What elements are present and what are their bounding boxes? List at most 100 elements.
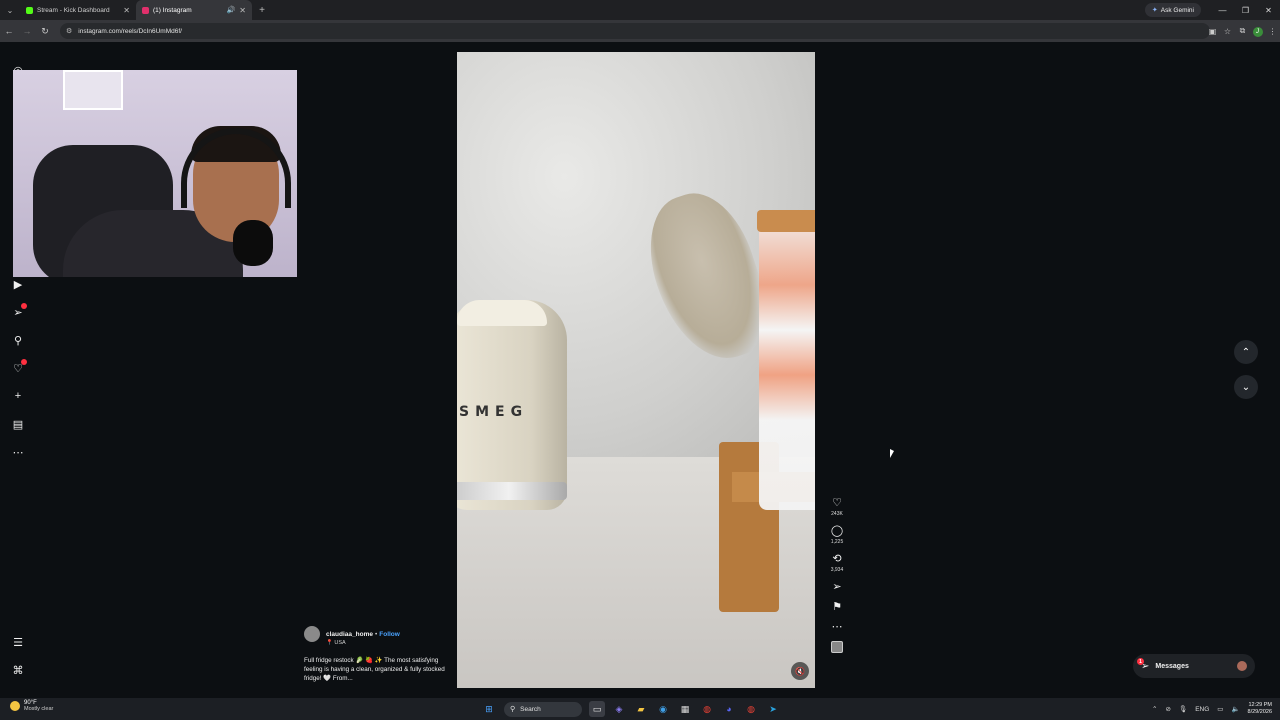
- send-icon[interactable]: ➢: [10, 303, 27, 320]
- microphone-icon[interactable]: 🎙: [1179, 705, 1187, 713]
- repost-action[interactable]: ⟲ 3,934: [826, 553, 848, 573]
- send-icon[interactable]: ➢: [832, 581, 841, 593]
- weather-condition: Mostly clear: [24, 706, 54, 712]
- browser-menu-icon[interactable]: ⋮: [1265, 27, 1280, 36]
- more-icon[interactable]: ⋯: [832, 621, 843, 633]
- like-action[interactable]: ♡ 243K: [826, 497, 848, 517]
- like-count: 243K: [831, 511, 843, 517]
- glass-jar: [759, 210, 815, 510]
- heart-icon[interactable]: ♡: [10, 359, 27, 376]
- weather-widget[interactable]: 90°F Mostly clear: [10, 700, 53, 712]
- extensions-icon[interactable]: ⧉: [1235, 26, 1250, 36]
- browser-tab-bar: ⌄ Stream - Kick Dashboard ✕ (1) Instagra…: [0, 0, 1280, 20]
- window-controls: ✦ Ask Gemini — ❐ ✕: [1144, 0, 1280, 20]
- clock[interactable]: 12:29 PM 8/29/2026: [1248, 702, 1272, 716]
- restore-icon[interactable]: ❐: [1234, 6, 1257, 15]
- heart-icon[interactable]: ♡: [832, 497, 842, 509]
- site-info-icon[interactable]: ⚙: [66, 27, 72, 35]
- instagram-favicon-icon: [142, 6, 149, 14]
- share-action[interactable]: ➢: [826, 581, 848, 593]
- weather-sun-icon: [10, 701, 20, 711]
- search-icon[interactable]: ⚲: [10, 332, 26, 348]
- mouse-cursor-icon: [890, 449, 894, 458]
- back-icon[interactable]: ←: [0, 26, 18, 36]
- ask-gemini-button[interactable]: ✦ Ask Gemini: [1144, 3, 1201, 17]
- windows-start-icon[interactable]: ⊞: [481, 701, 497, 717]
- new-tab-button[interactable]: +: [252, 5, 272, 16]
- threads-icon[interactable]: ⌘: [10, 662, 26, 678]
- kettle-logo: SMEG: [459, 404, 529, 420]
- task-view-icon[interactable]: ▭: [589, 701, 605, 717]
- address-bar-row: ← → ↻ ⚙ instagram.com/reels/DcIn6UmMd6f/…: [0, 20, 1280, 42]
- close-window-icon[interactable]: ✕: [1257, 6, 1280, 15]
- toolbar-right: ▣ ☆ ⧉ J ⋮: [1205, 20, 1280, 42]
- location-label[interactable]: 📍 USA: [326, 640, 454, 646]
- author-username[interactable]: claudiaa_home: [326, 631, 373, 638]
- kettle-base: [457, 482, 567, 500]
- chrome-icon[interactable]: ◍: [699, 701, 715, 717]
- cast-icon[interactable]: ▣: [1205, 27, 1220, 36]
- chrome-profile-icon[interactable]: ◍: [743, 701, 759, 717]
- chart-icon[interactable]: ▤: [10, 416, 26, 432]
- minimize-icon[interactable]: —: [1211, 6, 1234, 15]
- kettle-lid: [457, 300, 547, 326]
- tab-search-button[interactable]: ⌄: [0, 0, 20, 20]
- taskbar-search[interactable]: ⚲ Search: [504, 701, 582, 717]
- volume-icon[interactable]: 🔈: [1231, 705, 1239, 713]
- language-indicator[interactable]: ENG: [1195, 706, 1209, 713]
- more-action[interactable]: ⋯: [826, 621, 848, 633]
- discord-icon[interactable]: ◕: [721, 701, 737, 717]
- messages-badge: 1: [1137, 658, 1144, 665]
- caption-text[interactable]: Full fridge restock 🥬 🍓 ✨ The most satis…: [304, 656, 454, 683]
- comment-count: 1,225: [830, 539, 844, 545]
- edge-icon[interactable]: ◉: [655, 701, 671, 717]
- save-action[interactable]: ⚑: [826, 601, 848, 613]
- reload-icon[interactable]: ↻: [36, 26, 54, 37]
- chevron-down-icon: ⌄: [1241, 381, 1251, 393]
- clock-time: 12:29 PM: [1248, 702, 1272, 708]
- messages-button[interactable]: ➢ 1 Messages: [1133, 654, 1255, 678]
- profile-avatar[interactable]: J: [1250, 26, 1265, 37]
- reel-actions: ♡ 243K ◯ 1,225 ⟲ 3,934 ➢ ⚑ ⋯: [826, 497, 848, 661]
- taskbar-apps: ⊞ ⚲ Search ▭ ◈ ▰ ◉ ▦ ◍ ◕ ◍ ➤: [478, 698, 784, 720]
- comment-icon[interactable]: ◯: [831, 525, 843, 537]
- address-bar[interactable]: ⚙ instagram.com/reels/DcIn6UmMd6f/: [60, 23, 1210, 39]
- reels-icon[interactable]: ▶: [10, 276, 26, 292]
- reel-video[interactable]: SMEG 🔇: [457, 52, 815, 688]
- reel-caption: claudiaa_home • Follow 📍 USA Full fridge…: [304, 626, 454, 683]
- notification-badge: [21, 303, 27, 309]
- tab-kick-dashboard[interactable]: Stream - Kick Dashboard ✕: [20, 0, 136, 20]
- tab-instagram[interactable]: (1) Instagram 🔊 ✕: [136, 0, 252, 20]
- chevron-up-icon[interactable]: ⌃: [1152, 705, 1157, 713]
- forward-icon[interactable]: →: [18, 26, 36, 36]
- jar-lid: [757, 210, 815, 232]
- audio-thumbnail[interactable]: [831, 641, 843, 653]
- audio-action[interactable]: [826, 641, 848, 653]
- close-tab-icon[interactable]: ✕: [123, 6, 130, 15]
- store-icon[interactable]: ▦: [677, 701, 693, 717]
- bookmark-star-icon[interactable]: ☆: [1220, 27, 1235, 36]
- bookmark-icon[interactable]: ⚑: [832, 601, 842, 613]
- file-explorer-icon[interactable]: ▰: [633, 701, 649, 717]
- webcam-overlay: [13, 70, 297, 277]
- next-reel-button[interactable]: ⌄: [1234, 375, 1258, 399]
- contact-avatar: [1237, 661, 1247, 671]
- network-off-icon[interactable]: ⊘: [1165, 705, 1170, 713]
- separator-dot: •: [374, 630, 378, 638]
- mute-icon[interactable]: 🔇: [791, 662, 809, 680]
- chevron-up-icon: ⌃: [1241, 346, 1251, 358]
- close-tab-icon[interactable]: ✕: [239, 6, 246, 15]
- windows-taskbar: 90°F Mostly clear ⊞ ⚲ Search ▭ ◈ ▰ ◉ ▦ ◍…: [0, 698, 1280, 720]
- menu-icon[interactable]: ☰: [10, 634, 26, 650]
- follow-button[interactable]: Follow: [379, 631, 400, 638]
- display-icon[interactable]: ▭: [1217, 705, 1223, 713]
- copilot-icon[interactable]: ◈: [611, 701, 627, 717]
- plus-icon[interactable]: +: [10, 388, 26, 404]
- speaker-icon[interactable]: 🔊: [227, 6, 236, 14]
- previous-reel-button[interactable]: ⌃: [1234, 340, 1258, 364]
- repost-icon[interactable]: ⟲: [832, 553, 841, 565]
- comment-action[interactable]: ◯ 1,225: [826, 525, 848, 545]
- more-icon[interactable]: ⋯: [10, 444, 26, 460]
- author-avatar[interactable]: [304, 626, 320, 642]
- telegram-icon[interactable]: ➤: [765, 701, 781, 717]
